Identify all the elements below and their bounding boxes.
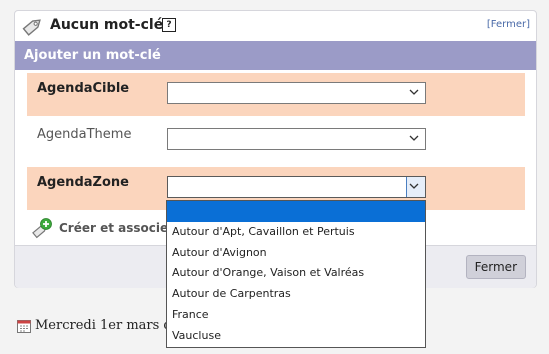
keyword-group-label: AgendaTheme (37, 127, 132, 142)
panel-title: Aucun mot-clé (50, 17, 164, 33)
dropdown-option[interactable]: Autour d'Orange, Vaison et Valréas (167, 263, 425, 284)
help-icon[interactable]: ? (162, 18, 176, 32)
keyword-row-agendatheme: AgendaTheme (27, 119, 525, 162)
agendatheme-select[interactable] (167, 128, 426, 150)
close-button[interactable]: Fermer (465, 255, 526, 279)
keyword-group-label: AgendaCible (37, 81, 130, 96)
keyword-row-agendacible: AgendaCible (27, 73, 525, 116)
keyword-group-label: AgendaZone (37, 175, 129, 190)
agendazone-dropdown-list[interactable]: Autour d'Apt, Cavaillon et Pertuis Autou… (166, 200, 426, 348)
dropdown-option[interactable] (167, 201, 425, 222)
dropdown-option[interactable]: Autour de Carpentras (167, 284, 425, 305)
dropdown-option[interactable]: Vaucluse (167, 326, 425, 347)
dropdown-option[interactable]: Autour d'Apt, Cavaillon et Pertuis (167, 222, 425, 243)
dropdown-option[interactable]: Autour d'Avignon (167, 243, 425, 264)
panel-header: Aucun mot-clé ? [Fermer] (15, 11, 536, 41)
dropdown-option[interactable]: France (167, 305, 425, 326)
create-keyword-link[interactable]: Créer et associer u (29, 217, 189, 241)
chevron-down-icon (409, 135, 419, 141)
tag-icon (22, 19, 41, 36)
agendacible-select[interactable] (167, 82, 426, 104)
add-keyword-heading: Ajouter un mot-clé (15, 41, 536, 70)
agendazone-select[interactable] (167, 176, 426, 198)
calendar-icon (17, 320, 31, 333)
chevron-down-icon (409, 89, 419, 95)
add-keyword-icon (32, 218, 52, 239)
close-link[interactable]: [Fermer] (487, 19, 530, 30)
date-text: Mercredi 1er mars d (35, 318, 172, 333)
chevron-down-icon (409, 183, 419, 189)
